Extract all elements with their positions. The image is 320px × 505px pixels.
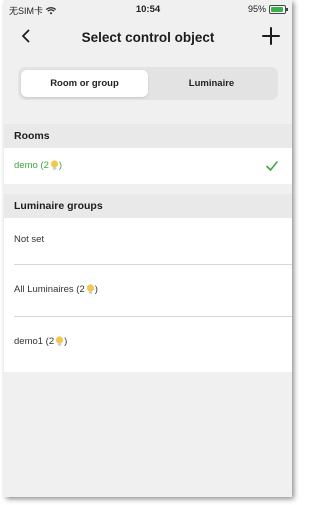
rooms-section-header: Rooms <box>4 124 292 148</box>
row-divider <box>14 264 292 265</box>
bulb-icon <box>56 336 64 346</box>
app-frame: 无SIM卡 10:54 95% Select control object Ro… <box>4 0 292 497</box>
room-name: demo (2 <box>14 160 49 171</box>
room-row-demo[interactable]: demo (2 ) <box>4 148 292 184</box>
luminaire-groups-section-header: Luminaire groups <box>4 194 292 218</box>
status-bar: 无SIM卡 10:54 95% <box>4 0 292 18</box>
status-right: 95% <box>247 4 288 14</box>
bulb-icon <box>50 160 58 170</box>
battery-icon <box>269 4 288 14</box>
segment-luminaire[interactable]: Luminaire <box>148 70 275 97</box>
chevron-left-icon[interactable] <box>16 26 36 46</box>
group-name: demo1 (2 <box>14 336 55 347</box>
bulb-icon <box>86 284 94 294</box>
group-count-suffix: ) <box>94 284 98 295</box>
plus-icon[interactable] <box>260 25 282 47</box>
row-divider <box>14 316 292 317</box>
luminaire-groups-header-label: Luminaire groups <box>14 200 103 212</box>
navigation-bar: Select control object <box>4 18 292 56</box>
group-row-demo1[interactable]: demo1 (2 ) <box>14 336 67 347</box>
object-type-segmented-control: Room or group Luminaire <box>18 67 278 100</box>
group-name: Not set <box>14 234 45 245</box>
room-label: demo (2 ) <box>14 160 62 171</box>
page-title: Select control object <box>81 30 215 45</box>
segment-room-or-group[interactable]: Room or group <box>21 70 148 97</box>
battery-percent: 95% <box>247 4 266 14</box>
group-count-suffix: ) <box>64 336 68 347</box>
group-row-not-set[interactable]: Not set <box>14 234 44 245</box>
battery-level <box>271 6 284 12</box>
group-row-all-luminaires[interactable]: All Luminaires (2 ) <box>14 284 98 295</box>
checkmark-icon <box>266 161 278 171</box>
luminaire-groups-list: Not set All Luminaires (2 ) demo1 (2 ) <box>4 218 292 372</box>
group-name: All Luminaires (2 <box>14 284 85 295</box>
rooms-header-label: Rooms <box>14 130 50 142</box>
room-count-suffix: ) <box>58 160 63 171</box>
